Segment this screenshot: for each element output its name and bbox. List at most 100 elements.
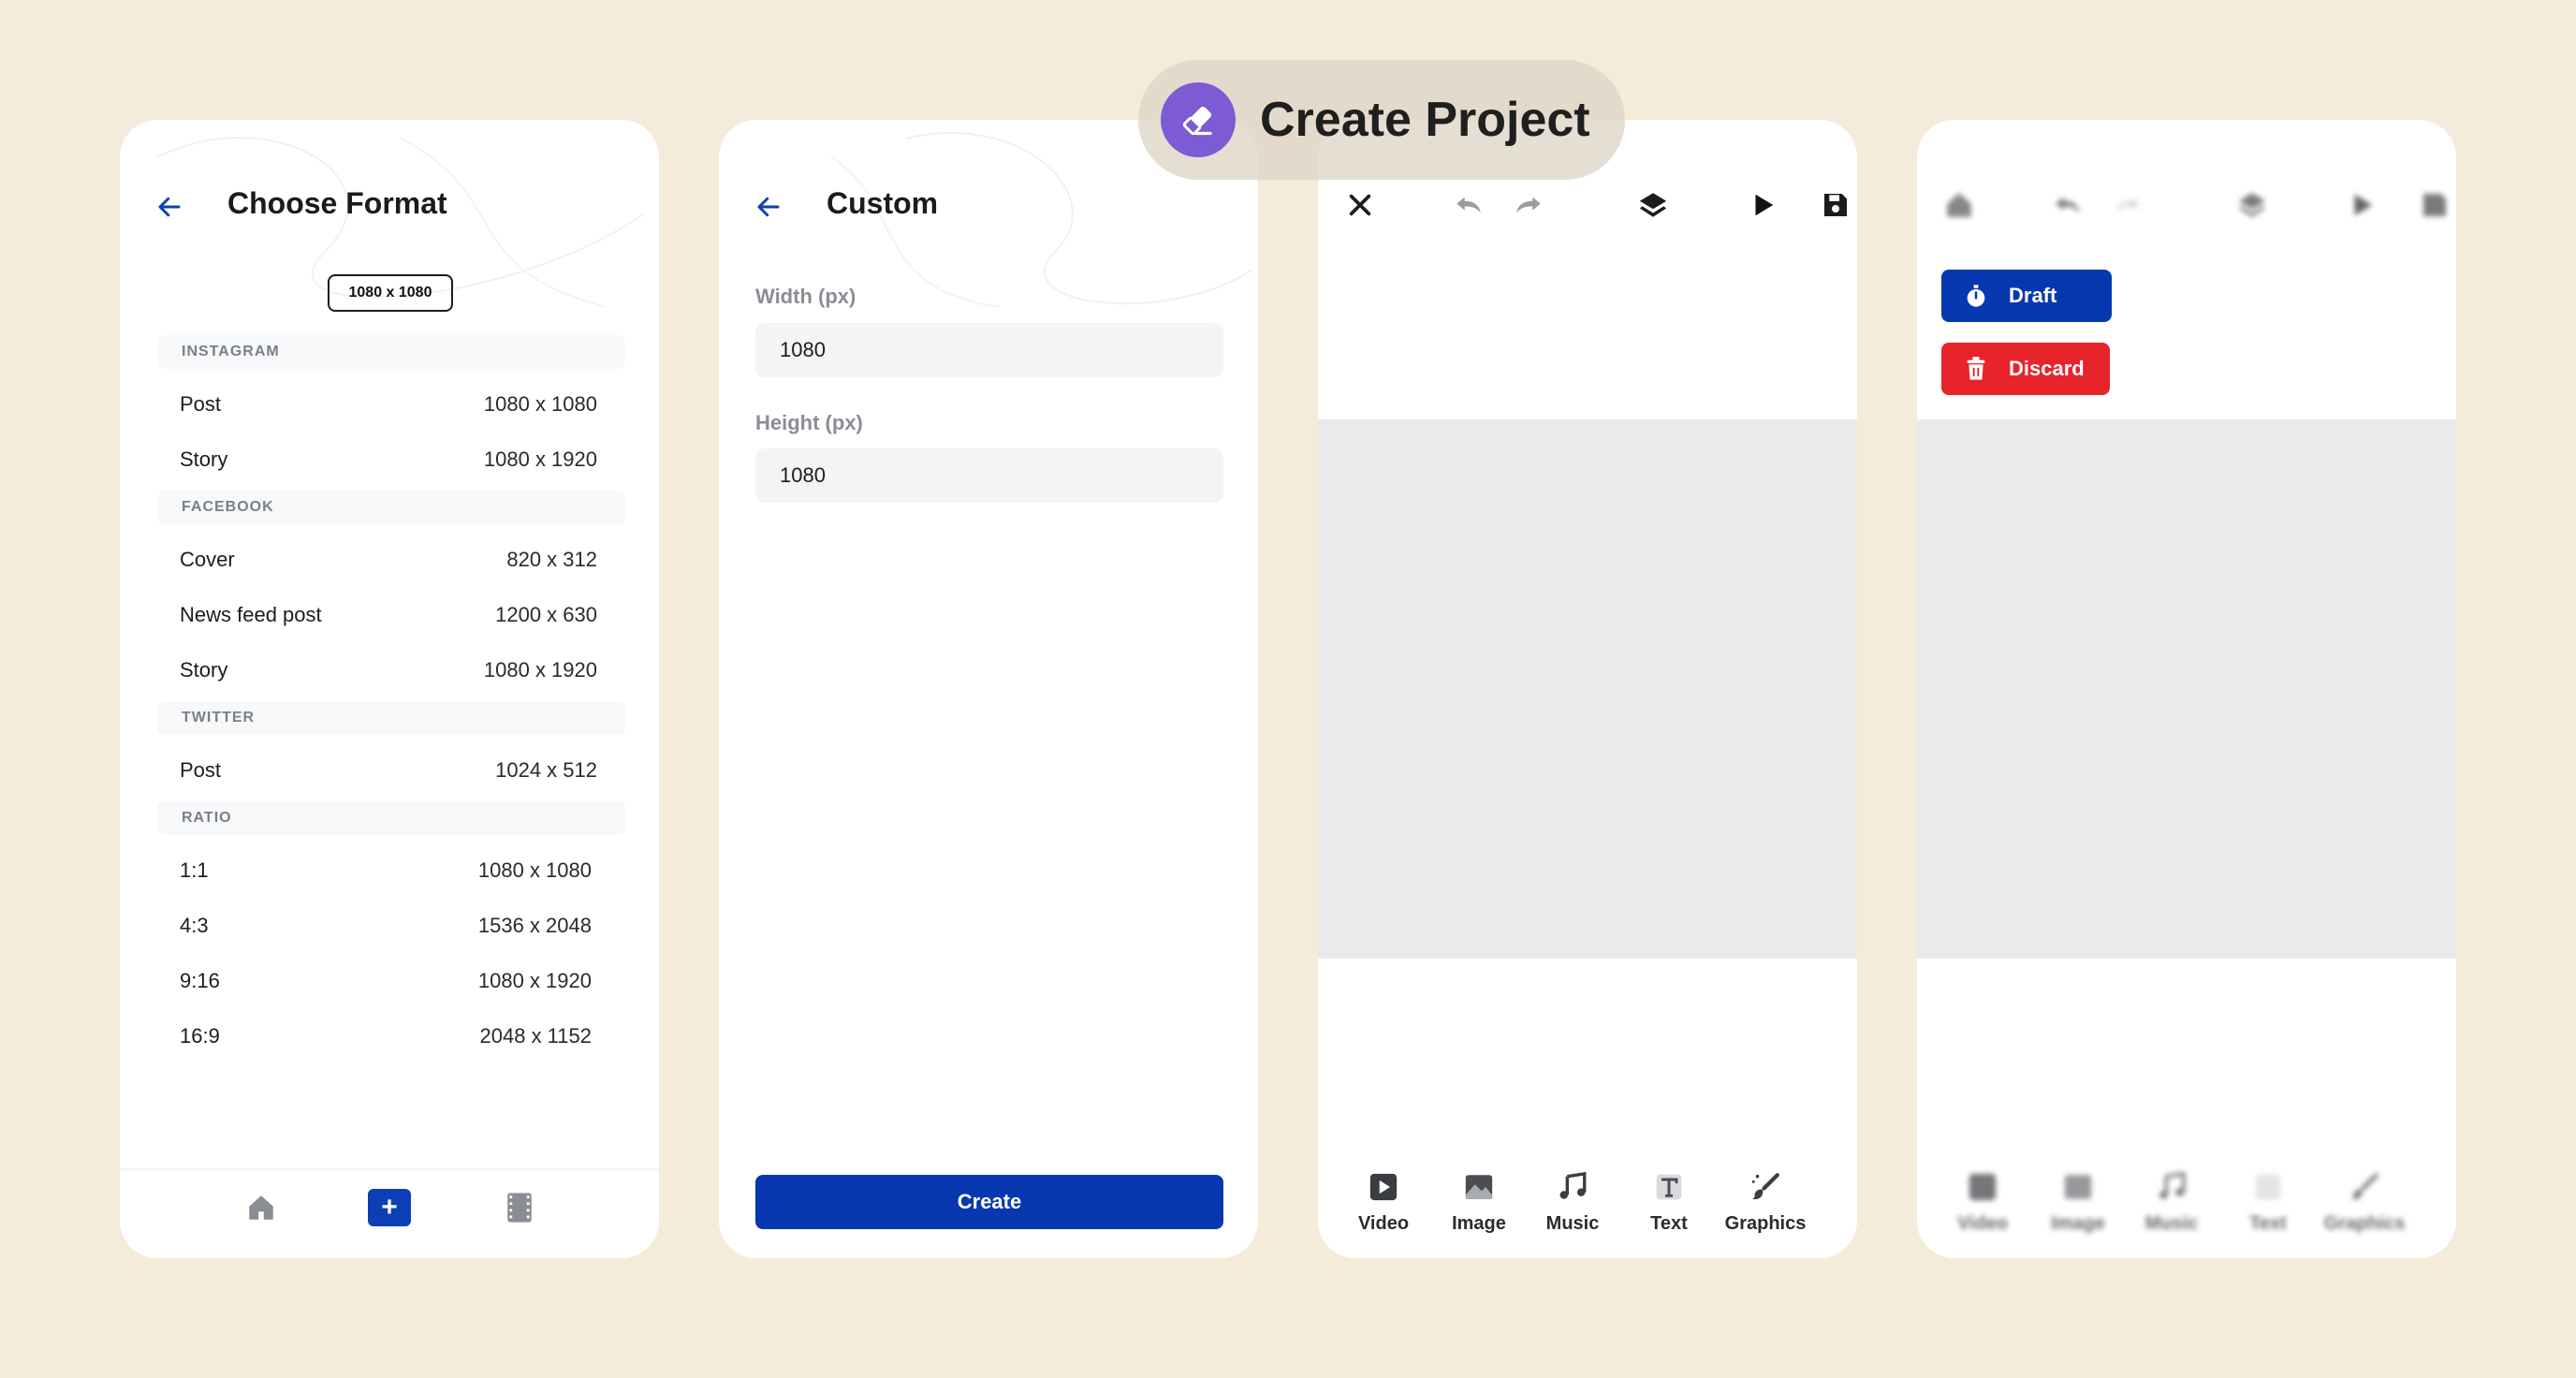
create-project-badge: Create Project (1138, 60, 1625, 180)
format-label: 4:3 (180, 913, 209, 937)
nav-projects[interactable] (498, 1189, 541, 1226)
layers-icon (1639, 193, 1667, 217)
layers-icon (2238, 193, 2266, 217)
close-button[interactable] (1339, 183, 1382, 227)
image-icon (2064, 1175, 2092, 1199)
badge-title: Create Project (1260, 93, 1590, 147)
format-label: Post (180, 757, 222, 782)
format-size: 1536 x 2048 (477, 913, 592, 937)
home-button (1938, 183, 1981, 227)
format-row[interactable]: 4:3 1536 x 2048 (157, 898, 625, 953)
music-icon (1559, 1171, 1587, 1199)
format-size: 2048 x 1152 (479, 1023, 592, 1048)
tool-graphics: Graphics (2318, 1168, 2411, 1235)
tool-label: Music (2144, 1213, 2199, 1234)
format-size: 1080 x 1920 (483, 447, 597, 471)
format-size: 1080 x 1920 (483, 657, 597, 682)
format-row[interactable]: News feed post 1200 x 630 (157, 587, 625, 642)
format-label: 1:1 (180, 858, 209, 882)
format-size: 1080 x 1920 (477, 968, 592, 992)
home-icon (1947, 193, 1971, 217)
editor-canvas[interactable] (1318, 419, 1857, 959)
back-button[interactable] (146, 183, 193, 230)
format-label: 16:9 (180, 1023, 220, 1048)
selected-format-chip[interactable]: 1080 x 1080 (328, 274, 453, 312)
format-row[interactable]: 9:16 1080 x 1920 (157, 953, 625, 1008)
arrow-left-icon (757, 197, 780, 217)
tool-bar: Video Image Music Text Graphics (1917, 1168, 2456, 1253)
redo-button[interactable] (1507, 183, 1550, 227)
brush-icon (1751, 1173, 1779, 1200)
custom-size-screen: Custom Width (px) 1080 Height (px) 1080 … (719, 120, 1258, 1258)
page-title: Choose Format (227, 186, 447, 220)
height-input[interactable]: 1080 (755, 448, 1223, 503)
text-icon (2255, 1174, 2281, 1200)
redo-icon (2115, 197, 2140, 213)
section-header: TWITTER (157, 701, 625, 735)
save-icon (2423, 194, 2446, 216)
format-row[interactable]: Post 1024 x 512 (157, 742, 625, 798)
film-icon (507, 1193, 532, 1223)
tool-video[interactable]: Video (1337, 1168, 1430, 1235)
draft-button[interactable]: Draft (1941, 270, 2112, 322)
section-header: INSTAGRAM (157, 335, 625, 369)
tool-text: Text (2221, 1168, 2315, 1235)
format-row[interactable]: 1:1 1080 x 1080 (157, 843, 625, 898)
back-button[interactable] (745, 183, 792, 230)
format-row[interactable]: Post 1080 x 1080 (157, 376, 625, 432)
format-label: Story (180, 447, 228, 471)
video-icon (1369, 1173, 1398, 1201)
play-icon (2354, 194, 2373, 216)
nav-create[interactable]: + (368, 1189, 411, 1226)
tool-music[interactable]: Music (1526, 1168, 1619, 1235)
format-label: Cover (180, 547, 235, 571)
choose-format-screen: Choose Format 1080 x 1080 INSTAGRAM Post… (120, 120, 659, 1258)
redo-icon (1516, 197, 1541, 213)
format-label: Story (180, 657, 228, 682)
page-title: Custom (827, 186, 939, 220)
tool-bar: Video Image Music Text Graphics (1318, 1168, 1857, 1253)
discard-button[interactable]: Discard (1941, 343, 2110, 395)
tool-music: Music (2125, 1168, 2218, 1235)
brush-icon (2350, 1173, 2378, 1200)
layers-button[interactable] (1632, 183, 1675, 227)
home-icon (249, 1195, 273, 1220)
format-size: 1080 x 1080 (483, 391, 597, 416)
play-button[interactable] (1741, 183, 1784, 227)
format-label: News feed post (180, 602, 322, 626)
undo-button (2046, 183, 2089, 227)
format-row[interactable]: Cover 820 x 312 (157, 532, 625, 587)
tool-image: Image (2031, 1168, 2125, 1235)
save-icon (1824, 194, 1847, 216)
tool-graphics[interactable]: Graphics (1719, 1168, 1812, 1235)
tool-text[interactable]: Text (1622, 1168, 1716, 1235)
tool-image[interactable]: Image (1432, 1168, 1526, 1235)
tool-label: Video (1357, 1213, 1410, 1234)
format-size: 1024 x 512 (495, 757, 597, 782)
nav-home[interactable] (240, 1189, 283, 1226)
tool-label: Graphics (1724, 1213, 1807, 1234)
stopwatch-icon (1962, 282, 1990, 310)
text-icon (1656, 1174, 1682, 1200)
discard-label: Discard (2009, 357, 2085, 380)
close-icon (1349, 194, 1371, 216)
eraser-icon (1161, 82, 1236, 157)
undo-button[interactable] (1447, 183, 1490, 227)
save-button[interactable] (1814, 183, 1857, 227)
format-label: 9:16 (180, 968, 220, 992)
format-row[interactable]: 16:9 2048 x 1152 (157, 1008, 625, 1063)
format-label: Post (180, 391, 222, 416)
format-row[interactable]: Story 1080 x 1920 (157, 432, 625, 487)
layers-button (2231, 183, 2274, 227)
width-input[interactable]: 1080 (755, 323, 1223, 377)
format-size: 1200 x 630 (495, 602, 597, 626)
image-icon (1465, 1175, 1493, 1199)
editor-screen: Video Image Music Text Graphics (1318, 120, 1857, 1258)
tool-label: Image (1452, 1213, 1506, 1234)
bottom-nav: + (120, 1168, 659, 1258)
format-row[interactable]: Story 1080 x 1920 (157, 642, 625, 697)
create-button[interactable]: Create (755, 1175, 1223, 1229)
format-size: 1080 x 1080 (477, 858, 592, 882)
tool-label: Music (1545, 1213, 1600, 1234)
exit-menu-screen: Draft Discard Video Image Music Text Gra… (1917, 120, 2456, 1258)
